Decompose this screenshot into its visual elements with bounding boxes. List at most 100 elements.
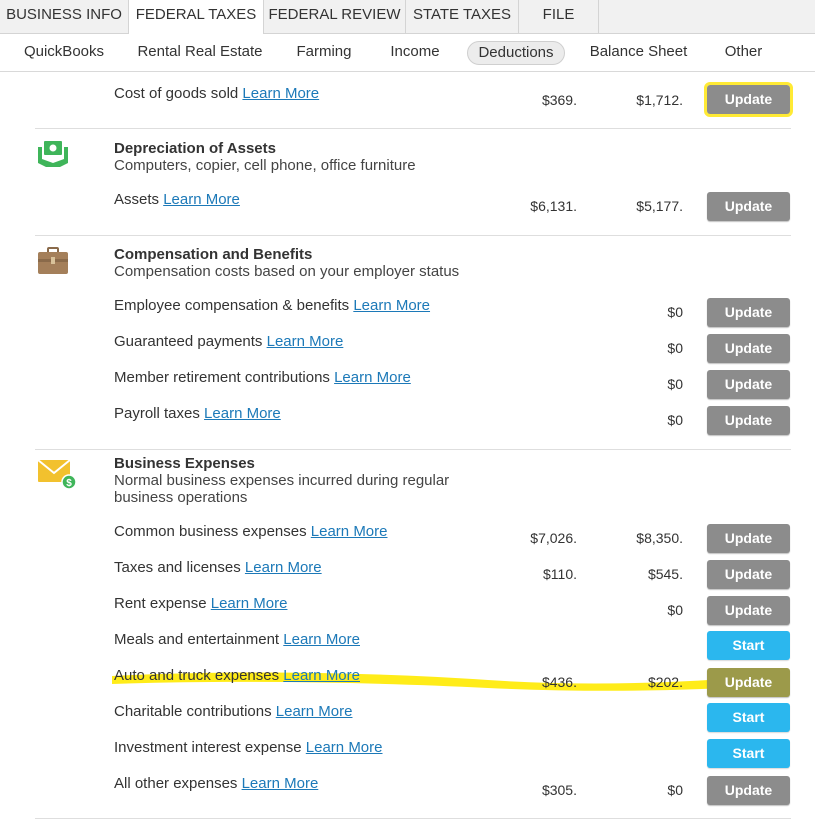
row-charitable-contributions: Charitable contributions Learn More — [114, 703, 352, 720]
section-divider — [35, 235, 791, 236]
sub-tab-bar: QuickBooks Rental Real Estate Farming In… — [0, 34, 815, 72]
briefcase-icon — [38, 247, 68, 274]
prior-year-amount: $7,026. — [530, 530, 577, 546]
subtab-deductions[interactable]: Deductions — [467, 41, 565, 65]
tab-federal-review[interactable]: FEDERAL REVIEW — [264, 0, 406, 34]
section-divider — [35, 128, 791, 129]
section-description-cont: business operations — [114, 489, 248, 506]
current-year-amount: $545. — [647, 566, 683, 582]
row-label: All other expenses — [114, 775, 238, 792]
learn-more-link[interactable]: Learn More — [242, 775, 319, 792]
row-member-retirement: Member retirement contributions Learn Mo… — [114, 369, 411, 386]
start-button[interactable]: Start — [707, 703, 790, 732]
money-hands-icon — [38, 141, 68, 167]
update-button[interactable]: Update — [707, 596, 790, 625]
start-button[interactable]: Start — [707, 631, 790, 660]
learn-more-link[interactable]: Learn More — [211, 595, 288, 612]
section-description: Compensation costs based on your employe… — [114, 263, 460, 280]
current-year-amount: $1,712. — [636, 92, 683, 108]
row-label: Charitable contributions — [114, 703, 272, 720]
update-button[interactable]: Update — [707, 334, 790, 363]
svg-text:$: $ — [66, 478, 72, 489]
learn-more-link[interactable]: Learn More — [163, 191, 240, 208]
row-label: Payroll taxes — [114, 405, 200, 422]
subtab-income[interactable]: Income — [384, 41, 446, 65]
current-year-amount: $202. — [647, 674, 683, 690]
top-tab-bar: BUSINESS INFO FEDERAL TAXES FEDERAL REVI… — [0, 0, 815, 35]
update-button[interactable]: Update — [707, 298, 790, 327]
subtab-other[interactable]: Other — [716, 41, 771, 65]
row-label: Member retirement contributions — [114, 369, 330, 386]
current-year-amount: $0 — [667, 412, 683, 428]
learn-more-link[interactable]: Learn More — [245, 559, 322, 576]
row-label: Assets — [114, 191, 160, 208]
section-description: Normal business expenses incurred during… — [114, 472, 450, 489]
row-payroll-taxes: Payroll taxes Learn More — [114, 405, 281, 422]
tab-file[interactable]: FILE — [519, 0, 599, 34]
row-label: Auto and truck expenses — [114, 667, 280, 684]
tab-business-info[interactable]: BUSINESS INFO — [0, 0, 129, 34]
row-label: Employee compensation & benefits — [114, 297, 350, 314]
row-guaranteed-payments: Guaranteed payments Learn More — [114, 333, 343, 350]
row-all-other-expenses: All other expenses Learn More — [114, 775, 318, 792]
learn-more-link[interactable]: Learn More — [353, 297, 430, 314]
row-employee-compensation: Employee compensation & benefits Learn M… — [114, 297, 430, 314]
learn-more-link[interactable]: Learn More — [267, 333, 344, 350]
current-year-amount: $0 — [667, 782, 683, 798]
row-cost-of-goods-sold: Cost of goods sold Learn More — [114, 85, 319, 102]
envelope-dollar-icon: $ — [37, 459, 77, 490]
row-rent-expense: Rent expense Learn More — [114, 595, 287, 612]
current-year-amount: $0 — [667, 304, 683, 320]
row-label: Meals and entertainment — [114, 631, 280, 648]
learn-more-link[interactable]: Learn More — [306, 739, 383, 756]
learn-more-link[interactable]: Learn More — [283, 631, 360, 648]
prior-year-amount: $436. — [541, 674, 577, 690]
update-button[interactable]: Update — [707, 776, 790, 805]
subtab-rental-real-estate[interactable]: Rental Real Estate — [136, 41, 264, 65]
row-taxes-and-licenses: Taxes and licenses Learn More — [114, 559, 322, 576]
section-title-depreciation: Depreciation of Assets — [114, 140, 276, 157]
learn-more-link[interactable]: Learn More — [311, 523, 388, 540]
row-meals-and-entertainment: Meals and entertainment Learn More — [114, 631, 360, 648]
row-label: Guaranteed payments — [114, 333, 263, 350]
learn-more-link[interactable]: Learn More — [276, 703, 353, 720]
update-button[interactable]: Update — [707, 406, 790, 435]
learn-more-link[interactable]: Learn More — [334, 369, 411, 386]
section-title-compensation: Compensation and Benefits — [114, 246, 313, 263]
tab-state-taxes[interactable]: STATE TAXES — [406, 0, 519, 34]
current-year-amount: $8,350. — [636, 530, 683, 546]
learn-more-link[interactable]: Learn More — [204, 405, 281, 422]
row-investment-interest-expense: Investment interest expense Learn More — [114, 739, 383, 756]
row-auto-and-truck-expenses: Auto and truck expenses Learn More — [114, 667, 360, 684]
subtab-farming[interactable]: Farming — [290, 41, 358, 65]
row-label: Investment interest expense — [114, 739, 302, 756]
learn-more-link[interactable]: Learn More — [242, 85, 319, 102]
row-label: Taxes and licenses — [114, 559, 241, 576]
section-divider — [35, 449, 791, 450]
prior-year-amount: $6,131. — [530, 198, 577, 214]
row-label: Rent expense — [114, 595, 207, 612]
prior-year-amount: $369. — [541, 92, 577, 108]
current-year-amount: $5,177. — [636, 198, 683, 214]
update-button[interactable]: Update — [704, 82, 793, 117]
row-common-business-expenses: Common business expenses Learn More — [114, 523, 388, 540]
update-button[interactable]: Update — [707, 668, 790, 697]
subtab-quickbooks[interactable]: QuickBooks — [18, 41, 110, 65]
learn-more-link[interactable]: Learn More — [283, 667, 360, 684]
start-button[interactable]: Start — [707, 739, 790, 768]
prior-year-amount: $305. — [541, 782, 577, 798]
update-button[interactable]: Update — [707, 560, 790, 589]
row-label: Common business expenses — [114, 523, 307, 540]
current-year-amount: $0 — [667, 602, 683, 618]
subtab-balance-sheet[interactable]: Balance Sheet — [586, 41, 691, 65]
current-year-amount: $0 — [667, 340, 683, 356]
section-title-business-expenses: Business Expenses — [114, 455, 255, 472]
tab-federal-taxes[interactable]: FEDERAL TAXES — [128, 0, 264, 35]
row-assets: Assets Learn More — [114, 191, 240, 208]
prior-year-amount: $110. — [543, 566, 577, 582]
update-button[interactable]: Update — [707, 524, 790, 553]
update-button[interactable]: Update — [707, 370, 790, 399]
update-button[interactable]: Update — [707, 192, 790, 221]
section-divider — [35, 818, 791, 819]
row-label: Cost of goods sold — [114, 85, 239, 102]
